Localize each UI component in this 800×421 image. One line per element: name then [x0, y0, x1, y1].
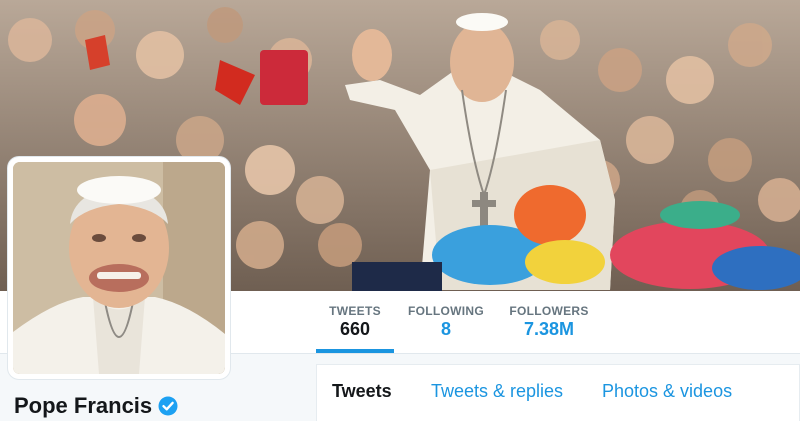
active-stat-indicator: [316, 349, 394, 353]
stat-followers[interactable]: FOLLOWERS 7.38M: [500, 291, 598, 353]
tab-tweets[interactable]: Tweets: [332, 381, 392, 402]
stat-following[interactable]: FOLLOWING 8: [404, 291, 488, 353]
avatar: [13, 162, 225, 374]
timeline-tabs: Tweets Tweets & replies Photos & videos: [316, 364, 800, 421]
stat-following-label: FOLLOWING: [407, 304, 485, 318]
stat-followers-label: FOLLOWERS: [509, 304, 589, 318]
stat-tweets[interactable]: TWEETS 660: [316, 291, 394, 353]
stat-tweets-value: 660: [339, 319, 371, 339]
avatar-portrait: [13, 162, 225, 374]
profile-name[interactable]: Pope Francis: [14, 392, 178, 420]
stat-tweets-label: TWEETS: [329, 304, 381, 318]
stat-followers-value: 7.38M: [523, 319, 575, 339]
profile-name-text: Pope Francis: [14, 393, 153, 418]
tab-tweets-and-replies[interactable]: Tweets & replies: [431, 381, 563, 402]
stat-following-value: 8: [440, 319, 451, 339]
verified-badge-icon: [158, 396, 178, 416]
avatar-frame[interactable]: [8, 157, 230, 379]
tab-photos-and-videos[interactable]: Photos & videos: [602, 381, 732, 402]
